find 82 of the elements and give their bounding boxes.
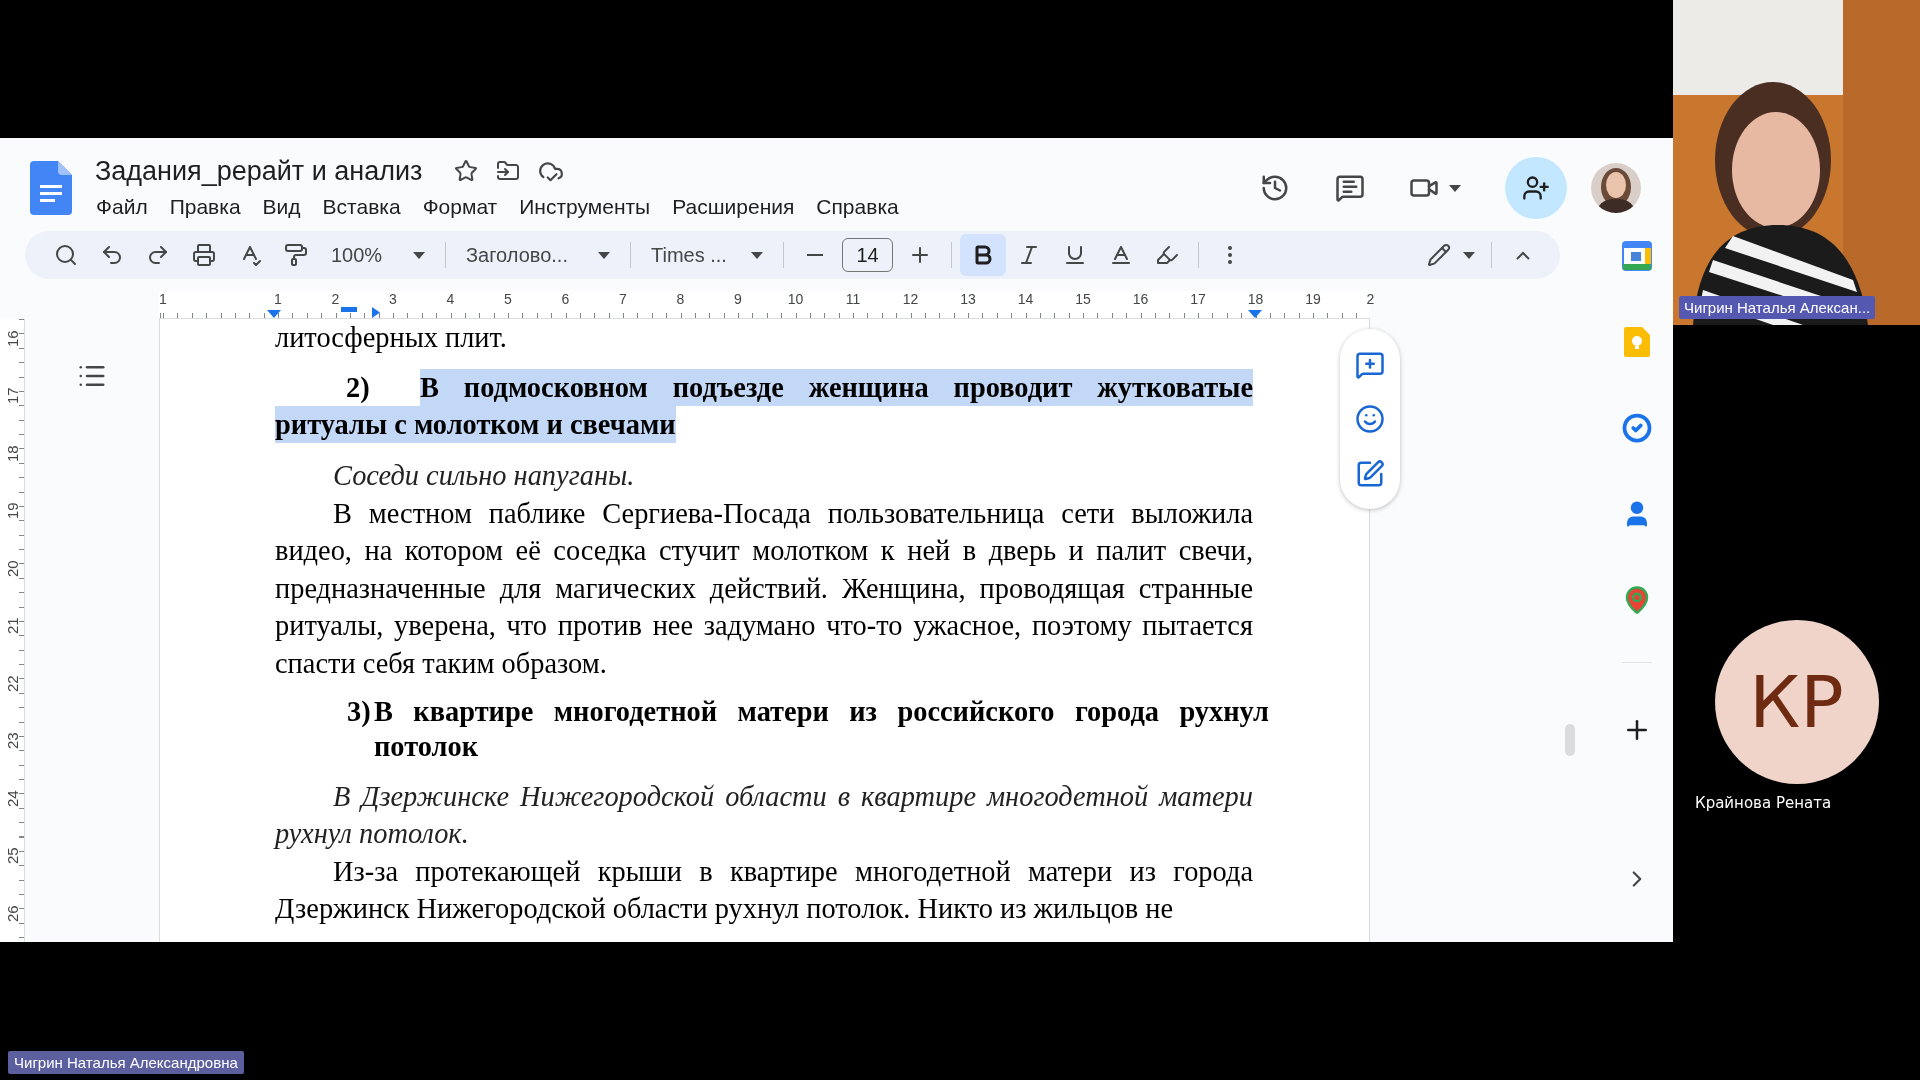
ruler-label: 16 bbox=[2, 329, 22, 347]
ruler-label: 2 bbox=[330, 292, 341, 307]
ruler-label: 19 bbox=[1304, 292, 1322, 307]
ruler-label: 17 bbox=[2, 387, 22, 405]
caret-icon bbox=[1449, 184, 1461, 192]
heading-text: В квартире многодетной матери из российского города рухнул потолок bbox=[374, 694, 1269, 764]
ruler-label: 15 bbox=[1074, 292, 1092, 307]
zoom-dropdown[interactable]: 100% bbox=[319, 234, 437, 277]
person-add-icon bbox=[1522, 174, 1550, 203]
star-icon[interactable] bbox=[454, 159, 479, 184]
menu-item[interactable]: Формат bbox=[411, 192, 509, 221]
caret-icon bbox=[751, 251, 763, 259]
menu-item[interactable]: Справка bbox=[805, 192, 910, 221]
style-dropdown[interactable]: Заголово... bbox=[454, 234, 622, 277]
ruler-label: 17 bbox=[1189, 292, 1207, 307]
ruler-label: 21 bbox=[2, 617, 22, 635]
paint-roller-icon bbox=[284, 243, 308, 268]
participant-name: Крайнова Рената bbox=[1695, 794, 1832, 812]
list-number: 3) bbox=[347, 694, 372, 729]
lightbulb-note-icon bbox=[1623, 327, 1650, 358]
ruler-label: 16 bbox=[1131, 292, 1150, 307]
caret-icon bbox=[1463, 251, 1475, 259]
comment-icon bbox=[1335, 173, 1365, 204]
menu-item[interactable]: Инструменты bbox=[508, 192, 662, 221]
ruler-label: 5 bbox=[503, 292, 513, 307]
calendar-icon bbox=[1621, 241, 1652, 272]
ruler-label: 10 bbox=[786, 292, 805, 307]
ruler-label: 8 bbox=[675, 292, 686, 307]
ruler-label: 18 bbox=[1246, 292, 1265, 307]
minus-icon bbox=[807, 254, 823, 257]
ruler-label: 3 bbox=[388, 292, 398, 307]
ruler-label: 12 bbox=[901, 292, 920, 307]
ruler-label: 2 bbox=[1365, 292, 1376, 307]
suggest-edit-icon[interactable] bbox=[1355, 458, 1385, 489]
menu-item[interactable]: Правка bbox=[158, 192, 252, 221]
docs-logo-icon[interactable] bbox=[30, 161, 72, 216]
ruler-label: 1 bbox=[158, 292, 168, 307]
font-dropdown[interactable]: Times ... bbox=[639, 234, 775, 277]
ruler-label: 4 bbox=[445, 292, 456, 307]
ruler-label: 14 bbox=[1016, 292, 1035, 307]
ruler-label: 6 bbox=[560, 292, 571, 307]
search-icon bbox=[54, 243, 78, 268]
screen-share-name-label: Чигрин Наталья Александровна bbox=[8, 1051, 244, 1074]
participant-name-label: Чигрин Наталья Алексан... bbox=[1679, 296, 1876, 319]
menu-item[interactable]: Расширения bbox=[661, 192, 806, 221]
scrollbar-thumb[interactable] bbox=[1565, 724, 1575, 757]
font-size-field[interactable]: 14 bbox=[842, 238, 893, 273]
chevron-up-icon bbox=[1516, 250, 1530, 260]
ruler-label: 25 bbox=[2, 847, 22, 865]
participant-avatar: КР bbox=[1714, 620, 1879, 784]
ruler-label: 22 bbox=[2, 674, 22, 692]
paragraph-text: литосферных плит. bbox=[275, 321, 508, 356]
caret-icon bbox=[598, 251, 610, 259]
printer-icon bbox=[192, 243, 216, 268]
ruler-label: 9 bbox=[733, 292, 743, 307]
ruler-label: 7 bbox=[618, 292, 628, 307]
menu-item[interactable]: Вставка bbox=[311, 192, 412, 221]
lead-text: Соседи сильно напуганы. bbox=[332, 459, 636, 494]
ruler-label: 23 bbox=[2, 732, 22, 750]
list-number: 2) bbox=[346, 370, 371, 405]
ruler-label: 11 bbox=[844, 292, 862, 307]
lead-text: В Дзержинске Нижегородской области в квартире многодетной матери рухнул потолок. bbox=[275, 779, 1253, 852]
ruler-label: 26 bbox=[2, 904, 22, 922]
document-title[interactable]: Задания_рерайт и анализ bbox=[95, 155, 423, 187]
check-circle-icon bbox=[1621, 413, 1652, 444]
pencil-icon bbox=[1427, 243, 1451, 268]
paragraph-text: Из-за протекающей крыши в квартире многодетной матери из города Дзержинск Нижегородской области рухнул потолок. Никто из жильцов не bbox=[275, 854, 1253, 927]
menu-item[interactable]: Файл bbox=[85, 192, 159, 221]
ruler-label: 20 bbox=[2, 559, 22, 577]
paragraph-text: В местном паблике Сергиева-Посада пользовательница сети выложила видео, на котором её соседка стучит молотком к ней в дверь и палит свечи, предназначенные для магических действий. Женщина, проводящая странные ритуалы, уверена, что против нее задумано что-то ужасное, поэтому пытается спасти себя таким образом. bbox=[275, 496, 1253, 681]
ruler-label: 1 bbox=[273, 292, 283, 307]
bold-button[interactable] bbox=[960, 234, 1006, 277]
ruler-label: 24 bbox=[2, 789, 22, 807]
caret-icon bbox=[413, 251, 425, 259]
menu-item[interactable]: Вид bbox=[251, 192, 312, 221]
emoji-icon[interactable] bbox=[1355, 404, 1385, 435]
ruler-label: 18 bbox=[2, 444, 22, 462]
first-line-indent-icon[interactable] bbox=[341, 307, 357, 313]
ruler-label: 13 bbox=[959, 292, 977, 307]
tab-stop-icon[interactable] bbox=[372, 307, 380, 319]
more-icon bbox=[1228, 246, 1232, 265]
ruler-label: 19 bbox=[2, 502, 22, 520]
